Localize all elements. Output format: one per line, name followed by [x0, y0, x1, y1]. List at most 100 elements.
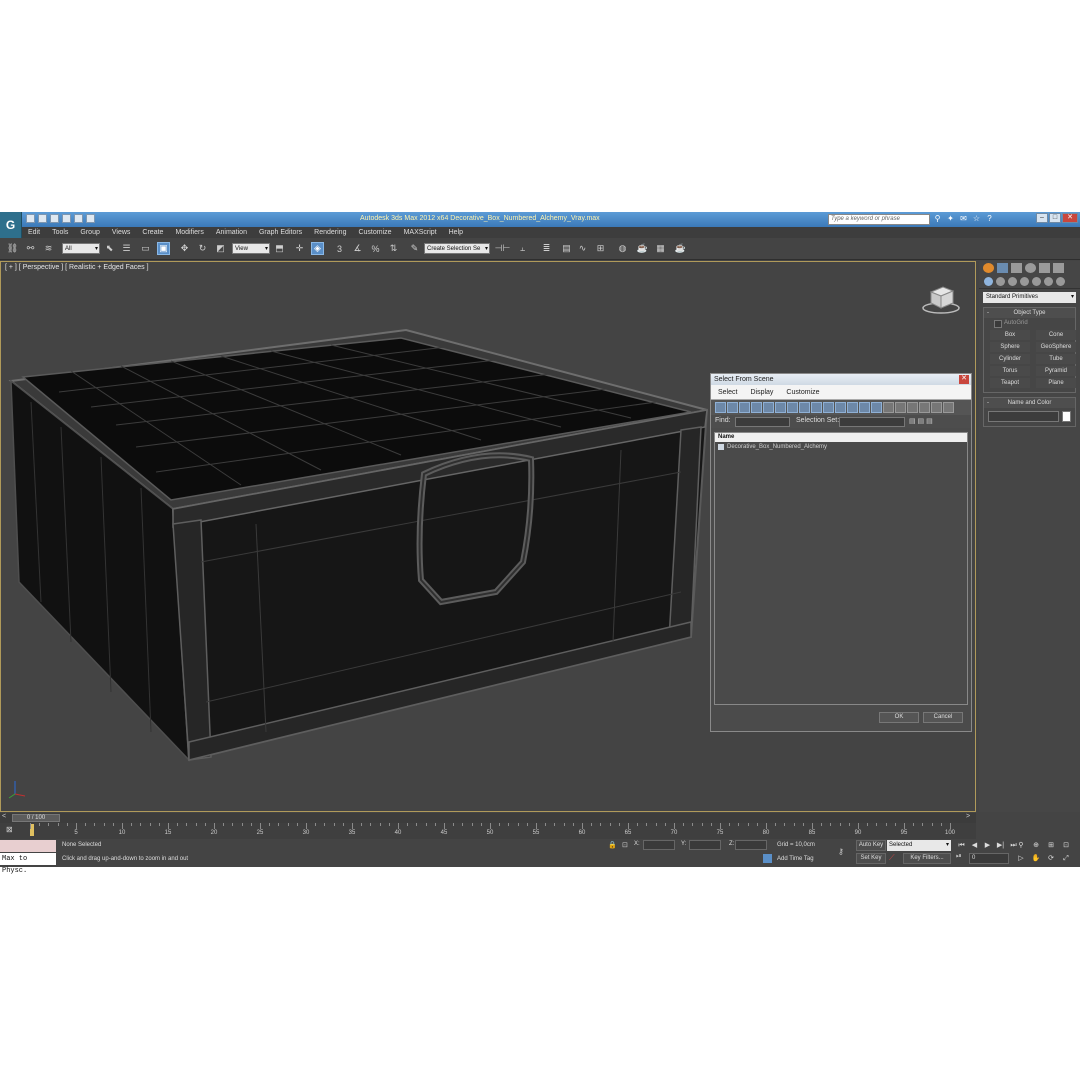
- cylinder-button[interactable]: Cylinder: [990, 354, 1030, 364]
- cameras-category-icon[interactable]: [1020, 277, 1029, 286]
- new-file-icon[interactable]: [26, 214, 35, 223]
- box-button[interactable]: Box: [990, 330, 1030, 340]
- unlink-icon[interactable]: ⚯: [24, 242, 37, 255]
- autogrid-checkbox[interactable]: AutoGrid: [984, 318, 1075, 328]
- rendered-frame-window-icon[interactable]: ▦: [654, 242, 667, 255]
- select-by-name-icon[interactable]: ☰: [120, 242, 133, 255]
- material-editor-icon[interactable]: ◍: [616, 242, 629, 255]
- rotate-icon[interactable]: ↻: [196, 242, 209, 255]
- pivot-center-icon[interactable]: ⬒: [273, 242, 286, 255]
- ok-button[interactable]: OK: [879, 712, 919, 723]
- layer-manager-icon[interactable]: ≣: [540, 242, 553, 255]
- close-button[interactable]: ✕: [1062, 213, 1078, 223]
- undo-icon[interactable]: [62, 214, 71, 223]
- menu-rendering[interactable]: Rendering: [308, 229, 352, 236]
- display-space-warps-icon[interactable]: [775, 402, 786, 413]
- name-column-header[interactable]: Name: [715, 433, 967, 442]
- motion-tab-icon[interactable]: [1025, 263, 1036, 273]
- favorites-icon[interactable]: ☆: [972, 214, 981, 223]
- dialog-menu-display[interactable]: Display: [743, 389, 779, 396]
- rectangular-selection-icon[interactable]: ▭: [139, 242, 152, 255]
- display-geometry-icon[interactable]: [715, 402, 726, 413]
- helpers-category-icon[interactable]: [1032, 277, 1041, 286]
- go-to-start-icon[interactable]: ⏮: [956, 840, 967, 851]
- tube-button[interactable]: Tube: [1036, 354, 1076, 364]
- display-xrefs-icon[interactable]: [799, 402, 810, 413]
- save-file-icon[interactable]: [50, 214, 59, 223]
- previous-frame-icon[interactable]: ◀: [969, 840, 980, 851]
- render-production-icon[interactable]: ☕: [674, 242, 687, 255]
- key-mode-toggle-icon[interactable]: ⏯: [956, 853, 962, 861]
- redo-icon[interactable]: [74, 214, 83, 223]
- menu-maxscript[interactable]: MAXScript: [398, 229, 443, 236]
- key-icon[interactable]: ⚷: [838, 847, 844, 856]
- menu-graph-editors[interactable]: Graph Editors: [253, 229, 308, 236]
- hierarchy-tab-icon[interactable]: [1011, 263, 1022, 273]
- perspective-viewport[interactable]: [ + ] [ Perspective ] [ Realistic + Edge…: [0, 261, 976, 812]
- dialog-menu-select[interactable]: Select: [711, 389, 743, 396]
- select-object-icon[interactable]: ⬉: [103, 242, 116, 255]
- angle-snap-icon[interactable]: ∡: [351, 242, 364, 255]
- object-type-rollout-header[interactable]: - Object Type: [984, 308, 1075, 318]
- sphere-button[interactable]: Sphere: [990, 342, 1030, 352]
- menu-create[interactable]: Create: [136, 229, 169, 236]
- maxscript-listener-output[interactable]: [0, 840, 56, 852]
- list-item[interactable]: Decorative_Box_Numbered_Alchemy: [715, 442, 967, 452]
- snaps-toggle-icon[interactable]: 3: [333, 242, 346, 255]
- pyramid-button[interactable]: Pyramid: [1036, 366, 1076, 376]
- teapot-button[interactable]: Teapot: [990, 378, 1030, 388]
- menu-modifiers[interactable]: Modifiers: [169, 229, 209, 236]
- primitive-type-dropdown[interactable]: Standard Primitives ▾: [983, 292, 1076, 303]
- filter-icon[interactable]: [943, 402, 954, 413]
- maximize-viewport-icon[interactable]: ⤢: [1060, 853, 1072, 864]
- mini-curve-editor-icon[interactable]: ⊠: [6, 825, 13, 834]
- display-groups-icon[interactable]: [787, 402, 798, 413]
- y-coord-field[interactable]: [689, 840, 721, 850]
- percent-snap-icon[interactable]: %: [369, 242, 382, 255]
- select-link-icon[interactable]: ⛓: [6, 242, 19, 255]
- minimize-button[interactable]: –: [1036, 213, 1048, 223]
- menu-help[interactable]: Help: [443, 229, 469, 236]
- open-file-icon[interactable]: [38, 214, 47, 223]
- geosphere-button[interactable]: GeoSphere: [1036, 342, 1076, 352]
- geometry-category-icon[interactable]: [984, 277, 993, 286]
- display-frozen-icon[interactable]: [835, 402, 846, 413]
- time-slider-prev-icon[interactable]: <: [2, 813, 6, 820]
- project-folder-icon[interactable]: [86, 214, 95, 223]
- field-of-view-icon[interactable]: ▷: [1015, 853, 1027, 864]
- zoom-icon[interactable]: ⚲: [1015, 840, 1027, 851]
- maximize-button[interactable]: □: [1049, 213, 1061, 223]
- schematic-view-icon[interactable]: ⊞: [594, 242, 607, 255]
- display-cameras-icon[interactable]: [751, 402, 762, 413]
- select-invert-icon[interactable]: [919, 402, 930, 413]
- name-and-color-rollout-header[interactable]: - Name and Color: [984, 398, 1075, 408]
- curve-editor-icon[interactable]: ∿: [576, 242, 589, 255]
- orbit-icon[interactable]: ⟳: [1045, 853, 1057, 864]
- display-tab-icon[interactable]: [1039, 263, 1050, 273]
- play-icon[interactable]: ▶: [982, 840, 993, 851]
- time-slider-next-icon[interactable]: >: [966, 813, 970, 820]
- z-coord-field[interactable]: [735, 840, 767, 850]
- invert-display-icon[interactable]: [883, 402, 894, 413]
- align-icon[interactable]: ⫠: [516, 242, 529, 255]
- display-helpers-icon[interactable]: [763, 402, 774, 413]
- selection-lock-icon[interactable]: 🔒: [608, 841, 617, 849]
- object-color-swatch[interactable]: [1061, 411, 1071, 422]
- torus-button[interactable]: Torus: [990, 366, 1030, 376]
- menu-views[interactable]: Views: [106, 229, 137, 236]
- spacewarps-category-icon[interactable]: [1044, 277, 1053, 286]
- modify-tab-icon[interactable]: [997, 263, 1008, 273]
- time-slider[interactable]: 0 / 100: [12, 814, 60, 822]
- select-and-manipulate-icon[interactable]: ✛: [293, 242, 306, 255]
- binoculars-icon[interactable]: ⚲: [933, 214, 942, 223]
- lights-category-icon[interactable]: [1008, 277, 1017, 286]
- default-in-out-tangent-icon[interactable]: ⟋: [889, 853, 895, 863]
- cone-button[interactable]: Cone: [1036, 330, 1076, 340]
- next-frame-icon[interactable]: ▶|: [995, 840, 1006, 851]
- absolute-mode-icon[interactable]: ⊡: [622, 841, 628, 849]
- reference-coordinate-dropdown[interactable]: View ▾: [232, 243, 270, 254]
- display-hidden-icon[interactable]: [847, 402, 858, 413]
- display-all-icon[interactable]: [859, 402, 870, 413]
- render-setup-icon[interactable]: ☕: [636, 242, 649, 255]
- create-tab-icon[interactable]: [983, 263, 994, 273]
